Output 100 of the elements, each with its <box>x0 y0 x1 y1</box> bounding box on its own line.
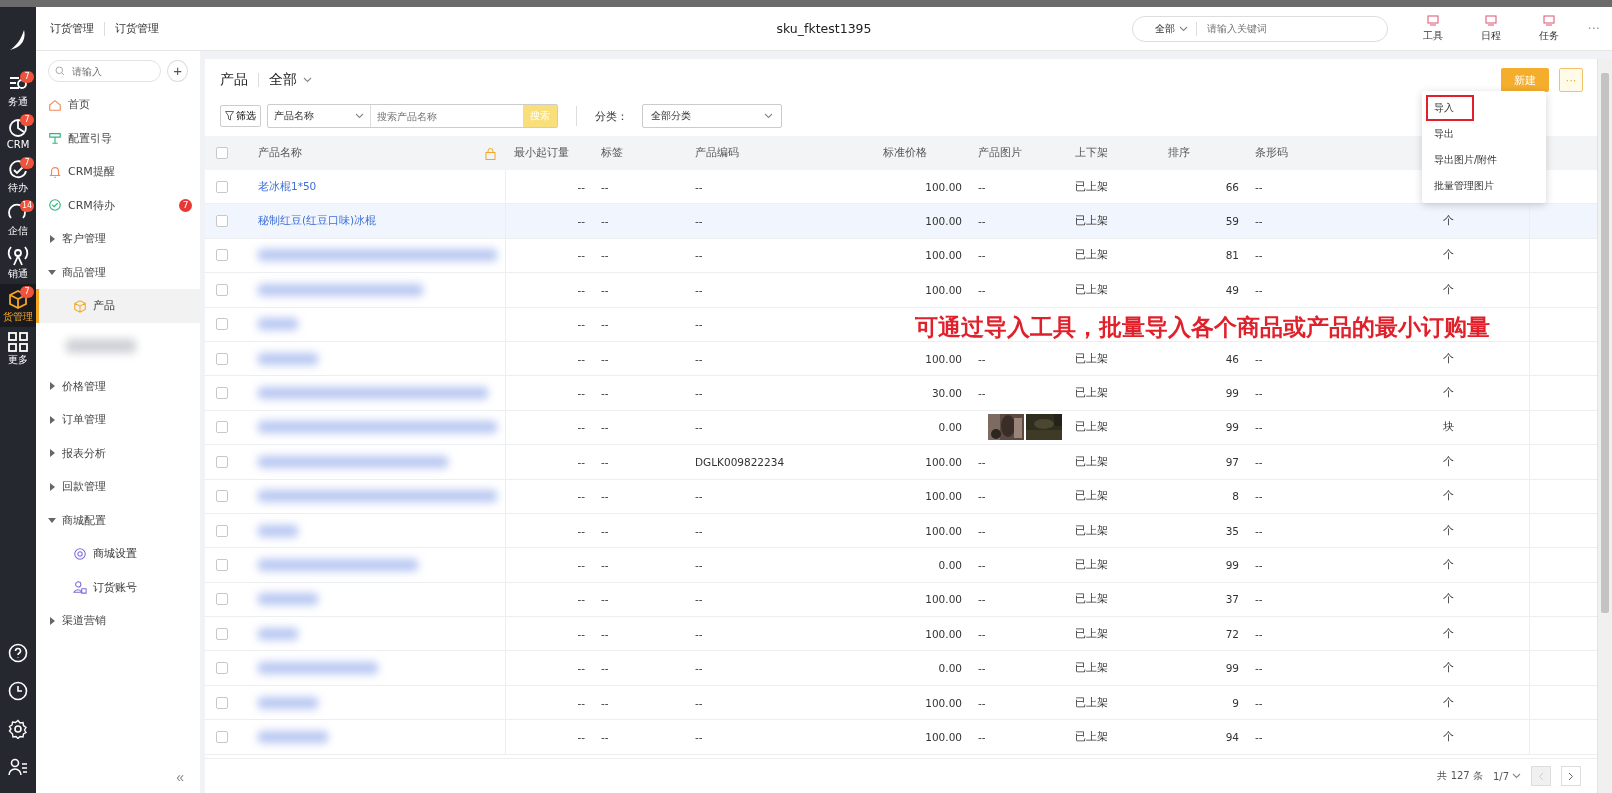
nav-item[interactable]: 首页 <box>36 88 200 122</box>
signpost-icon <box>48 131 62 146</box>
table-cell: 个 <box>1443 558 1454 572</box>
nav-group[interactable]: 客户管理 <box>36 222 200 256</box>
home-icon <box>48 97 62 112</box>
row-checkbox[interactable] <box>216 387 228 400</box>
row-checkbox[interactable] <box>216 662 228 675</box>
table-cell: -- <box>1255 455 1263 468</box>
row-checkbox[interactable] <box>216 524 228 537</box>
rail-item[interactable]: 企信 14 <box>0 198 36 241</box>
nav-group[interactable]: 商品管理 <box>36 255 200 289</box>
table-cell: -- <box>601 730 609 743</box>
nav-label: 订货账号 <box>93 579 137 595</box>
scrollbar-thumb[interactable] <box>1601 73 1609 613</box>
page-select[interactable]: 1/7 <box>1492 770 1521 782</box>
menu-item[interactable]: 导入 <box>1426 95 1474 121</box>
rail-item[interactable]: CRM 7 <box>0 112 36 155</box>
table-cell: -- <box>978 387 986 400</box>
nav-item[interactable]: 配置引导 <box>36 121 200 155</box>
row-checkbox[interactable] <box>216 627 228 640</box>
caret-right-icon <box>48 234 56 243</box>
nav-item[interactable]: 商城设置 <box>36 537 200 571</box>
row-checkbox[interactable] <box>216 215 228 228</box>
add-button[interactable]: + <box>167 60 188 82</box>
rail-item[interactable]: 待办 7 <box>0 155 36 198</box>
nav-group[interactable]: 商城配置 <box>36 503 200 537</box>
table-cell: -- <box>577 593 585 606</box>
row-checkbox[interactable] <box>216 559 228 571</box>
lock-icon[interactable] <box>485 146 496 160</box>
nav-group[interactable]: 报表分析 <box>36 436 200 470</box>
table-cell: 个 <box>1443 282 1454 297</box>
row-checkbox[interactable] <box>216 696 228 709</box>
menu-item[interactable]: 导出 <box>1426 121 1474 147</box>
row-checkbox[interactable] <box>216 490 228 503</box>
table-cell: 个 <box>1443 592 1454 607</box>
caret-right-icon <box>48 482 56 491</box>
table-cell: 99 <box>1225 559 1239 571</box>
row-checkbox[interactable] <box>216 283 228 296</box>
row-checkbox[interactable] <box>216 730 228 743</box>
rail-item[interactable]: 销通 <box>0 241 36 284</box>
scope-select[interactable]: 全部 <box>1132 21 1197 36</box>
row-checkbox[interactable] <box>216 249 228 262</box>
nav-item[interactable]: CRM待办 7 <box>36 188 200 222</box>
toolbar-button[interactable]: 任务 <box>1521 14 1576 43</box>
view-select[interactable]: 全部 <box>269 71 312 89</box>
rail-item[interactable]: 务通 7 <box>0 69 36 112</box>
toolbar-button[interactable]: 日程 <box>1463 14 1518 43</box>
nav-item[interactable]: 产品 <box>36 289 200 323</box>
product-link[interactable]: 秘制红豆(红豆口味)冰棍 <box>258 214 377 229</box>
menu-item[interactable]: 导出图片/附件 <box>1426 147 1518 173</box>
row-checkbox[interactable] <box>216 318 228 331</box>
nav-group[interactable]: 价格管理 <box>36 369 200 403</box>
rail-item[interactable]: 货管理 7 <box>0 284 36 327</box>
product-link[interactable]: 老冰棍1*50 <box>258 179 317 194</box>
row-checkbox[interactable] <box>216 180 228 193</box>
table-cell: 49 <box>1225 283 1239 296</box>
table-cell: 0.00 <box>938 662 962 675</box>
category-select[interactable]: 全部分类 <box>642 104 782 128</box>
user-list-icon[interactable] <box>8 757 28 777</box>
table-cell: -- <box>601 421 609 434</box>
table-cell: -- <box>577 215 585 228</box>
column-header: 排序 <box>1168 146 1190 160</box>
nav-item[interactable]: 订货账号 <box>36 570 200 604</box>
row-checkbox[interactable] <box>216 593 228 606</box>
caret-right-icon <box>48 415 56 424</box>
nav-label: 客户管理 <box>62 231 106 247</box>
table-cell: -- <box>695 249 703 262</box>
row-checkbox[interactable] <box>216 455 228 468</box>
nav-group[interactable]: 回款管理 <box>36 470 200 504</box>
help-icon[interactable] <box>8 643 28 663</box>
settings-icon[interactable] <box>8 719 28 739</box>
window-title: sku_fktest1395 <box>776 21 872 36</box>
search-bar[interactable]: 产品名称 搜索产品名称 搜索 <box>267 104 558 128</box>
row-checkbox[interactable] <box>216 352 228 365</box>
table-cell: 30.00 <box>931 387 962 400</box>
nav-item[interactable]: CRM提醒 <box>36 155 200 189</box>
table-cell: 已上架 <box>1075 420 1108 435</box>
breadcrumb[interactable]: 订货管理 <box>115 21 159 36</box>
table-cell: -- <box>695 696 703 709</box>
nav-group[interactable]: 订单管理 <box>36 403 200 437</box>
caret-icon <box>764 113 773 119</box>
table-cell: 个 <box>1443 523 1454 538</box>
rail-item[interactable]: 更多 <box>0 327 36 370</box>
table-cell: -- <box>601 559 609 571</box>
clock-icon[interactable] <box>8 681 28 701</box>
column-header: 上下架 <box>1075 146 1108 160</box>
table-cell: 已上架 <box>1075 729 1108 744</box>
row-checkbox[interactable] <box>216 421 228 434</box>
menu-item[interactable]: 批量管理图片 <box>1426 173 1514 199</box>
select-all-checkbox[interactable] <box>216 147 228 159</box>
table-cell: 已上架 <box>1075 248 1108 263</box>
column-header: 标签 <box>601 146 623 160</box>
filter-button[interactable]: 筛选 <box>220 105 261 127</box>
table-cell: -- <box>978 283 986 296</box>
collapse-button[interactable]: « <box>176 769 184 785</box>
toolbar-button[interactable]: 工具 <box>1405 14 1460 43</box>
nav-group[interactable]: 渠道营销 <box>36 604 200 638</box>
breadcrumb[interactable]: 订货管理 <box>50 21 94 36</box>
column-header: 产品图片 <box>978 146 1022 160</box>
next-page-button[interactable] <box>1561 766 1581 786</box>
